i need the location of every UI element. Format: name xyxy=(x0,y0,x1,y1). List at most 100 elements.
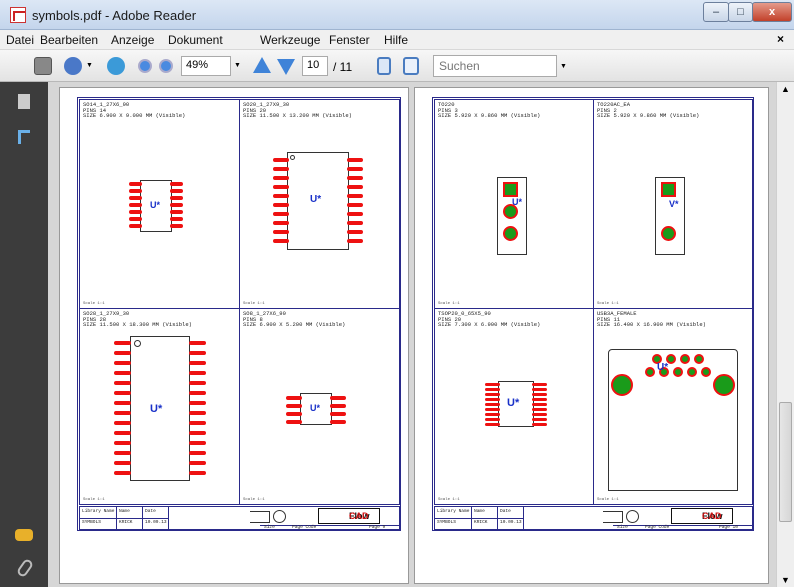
scale-label: Scale 1:1 xyxy=(83,302,105,306)
pdf-page-9: SO14_1_27X6_90 PINS 14 SIZE 6.900 X 9.00… xyxy=(59,87,409,584)
toolbar: ▼ 49% ▼ 10 / 11 Suchen ▼ xyxy=(0,50,794,82)
name-header: Name xyxy=(119,509,130,514)
zoom-dropdown-icon[interactable]: ▼ xyxy=(234,62,241,69)
menu-anzeige[interactable]: Anzeige xyxy=(111,33,154,47)
symbol-cell-usb3a: USB3A_FEMALE PINS 11 SIZE 16.400 X 16.90… xyxy=(593,308,753,505)
name-value: KRICK xyxy=(474,520,488,525)
next-page-icon[interactable] xyxy=(277,59,295,75)
cell-header: TO220AC_EA PINS 2 SIZE 5.920 X 9.860 MM … xyxy=(597,102,699,119)
cell-header: SO8_1_27X6_90 PINS 8 SIZE 6.900 X 5.200 … xyxy=(243,311,345,328)
document-view[interactable]: SO14_1_27X6_90 PINS 14 SIZE 6.900 X 9.00… xyxy=(48,82,776,587)
scale-label: Scale 1:1 xyxy=(243,302,265,306)
scroll-mode-icon[interactable] xyxy=(377,57,391,75)
scale-label: Scale 1:1 xyxy=(438,302,460,306)
symbol-cell-so8: SO8_1_27X6_90 PINS 8 SIZE 6.900 X 5.200 … xyxy=(239,308,400,505)
search-input[interactable]: Suchen xyxy=(433,55,557,77)
page-number-value: Page 9 xyxy=(369,525,386,530)
scale-label: Scale 1:1 xyxy=(83,498,105,502)
title-block: Library Name SYMBOLS Name KRICK Date 10.… xyxy=(434,506,753,530)
zoom-in-icon[interactable] xyxy=(159,59,173,73)
menu-werkzeuge[interactable]: Werkzeuge xyxy=(260,33,320,47)
menu-dokument[interactable]: Dokument xyxy=(168,33,223,47)
page-total: / 11 xyxy=(333,60,353,74)
minimize-button[interactable]: – xyxy=(703,2,729,22)
share-dropdown-icon[interactable]: ▼ xyxy=(86,62,93,69)
page-number-input[interactable]: 10 xyxy=(302,56,328,76)
refdes-label: U* xyxy=(507,397,520,409)
library-name-header: Library Name xyxy=(437,509,470,514)
symbol-size: SIZE 11.500 X 13.200 MM (Visible) xyxy=(243,112,352,120)
page-code-header: Page Code xyxy=(292,525,317,530)
menu-bearbeiten[interactable]: Bearbeiten xyxy=(40,33,98,47)
library-name-header: Library Name xyxy=(82,509,115,514)
fit-page-icon[interactable] xyxy=(403,57,419,75)
title-bar: symbols.pdf - Adobe Reader – □ x xyxy=(0,0,794,30)
size-header: Size xyxy=(617,525,628,530)
scale-label: Scale 1:1 xyxy=(243,498,265,502)
projection-circle-icon xyxy=(626,510,639,523)
flowcad-logo: Flow CAD xyxy=(318,508,380,524)
menu-fenster[interactable]: Fenster xyxy=(329,33,370,47)
library-name-value: SYMBOLS xyxy=(82,520,101,525)
refdes-label: U* xyxy=(310,403,321,413)
refdes-label: U* xyxy=(512,197,523,207)
menu-hilfe[interactable]: Hilfe xyxy=(384,33,408,47)
symbol-cell-to220: TO220 PINS 3 SIZE 5.920 X 9.860 MM (Visi… xyxy=(434,99,594,309)
refdes-label: U* xyxy=(150,403,163,415)
date-value: 10.09.13 xyxy=(500,520,522,525)
menu-datei[interactable]: Datei xyxy=(6,33,34,47)
menu-bar: Datei Bearbeiten Anzeige Dokument Werkze… xyxy=(0,30,794,50)
symbol-size: SIZE 11.500 X 18.300 MM (Visible) xyxy=(83,321,192,329)
cell-header: USB3A_FEMALE PINS 11 SIZE 16.400 X 16.90… xyxy=(597,311,706,328)
maximize-button[interactable]: □ xyxy=(728,2,753,22)
zoom-out-icon[interactable] xyxy=(138,59,152,73)
zoom-level-input[interactable]: 49% xyxy=(181,56,231,76)
title-block: Library Name SYMBOLS Name KRICK Date 10.… xyxy=(79,506,400,530)
symbol-cell-to220ac: TO220AC_EA PINS 2 SIZE 5.920 X 9.860 MM … xyxy=(593,99,753,309)
date-value: 10.09.13 xyxy=(145,520,167,525)
cell-header: SO14_1_27X6_90 PINS 14 SIZE 6.900 X 9.00… xyxy=(83,102,185,119)
page-code-header: Page Code xyxy=(645,525,670,530)
pages-panel-icon[interactable] xyxy=(18,94,30,109)
cell-header: SO28_1_27X9_30 PINS 28 SIZE 11.500 X 18.… xyxy=(83,311,192,328)
comments-panel-icon[interactable] xyxy=(15,529,33,541)
name-header: Name xyxy=(474,509,485,514)
print-icon[interactable] xyxy=(34,57,52,75)
vertical-scrollbar[interactable]: ▲ ▼ xyxy=(776,82,794,587)
cell-header: TO220 PINS 3 SIZE 5.920 X 9.860 MM (Visi… xyxy=(438,102,540,119)
close-window-button[interactable]: x xyxy=(752,2,792,22)
search-dropdown-icon[interactable]: ▼ xyxy=(560,63,567,70)
pdf-page-10: TO220 PINS 3 SIZE 5.920 X 9.860 MM (Visi… xyxy=(414,87,769,584)
date-header: Date xyxy=(500,509,511,514)
scroll-down-icon[interactable]: ▼ xyxy=(777,573,794,587)
refdes-label: V* xyxy=(669,199,679,209)
size-header: Size xyxy=(264,525,275,530)
symbol-cell-tsop20: TSOP20_0_65X5_90 PINS 20 SIZE 7.300 X 6.… xyxy=(434,308,594,505)
scroll-up-icon[interactable]: ▲ xyxy=(777,82,794,96)
refdes-label: U* xyxy=(310,194,322,205)
projection-circle-icon xyxy=(273,510,286,523)
scrollbar-thumb[interactable] xyxy=(779,402,792,522)
symbol-size: SIZE 5.920 X 9.860 MM (Visible) xyxy=(438,112,541,120)
share-icon[interactable] xyxy=(64,57,82,75)
library-name-value: SYMBOLS xyxy=(437,520,456,525)
window-title: symbols.pdf - Adobe Reader xyxy=(32,8,197,23)
previous-page-icon[interactable] xyxy=(253,57,271,73)
attachments-panel-icon[interactable] xyxy=(15,557,35,579)
symbol-cell-so14: SO14_1_27X6_90 PINS 14 SIZE 6.900 X 9.00… xyxy=(79,99,240,309)
symbol-size: SIZE 7.300 X 6.900 MM (Visible) xyxy=(438,321,541,329)
navigation-pane xyxy=(0,82,48,587)
symbol-cell-so20: SO20_1_27X9_30 PINS 20 SIZE 11.500 X 13.… xyxy=(239,99,400,309)
bookmarks-panel-icon[interactable] xyxy=(18,130,30,144)
symbol-size: SIZE 6.900 X 5.200 MM (Visible) xyxy=(243,321,346,329)
projection-icon xyxy=(250,511,270,523)
refdes-label: U* xyxy=(657,362,669,373)
symbol-size: SIZE 5.920 X 9.860 MM (Visible) xyxy=(597,112,700,120)
cell-header: SO20_1_27X9_30 PINS 20 SIZE 11.500 X 13.… xyxy=(243,102,352,119)
symbol-size: SIZE 6.900 X 9.000 MM (Visible) xyxy=(83,112,186,120)
symbol-cell-so28: SO28_1_27X9_30 PINS 28 SIZE 11.500 X 18.… xyxy=(79,308,240,505)
scale-label: Scale 1:1 xyxy=(597,498,619,502)
close-document-icon[interactable]: × xyxy=(777,32,784,46)
hand-tool-icon[interactable] xyxy=(107,57,125,75)
cell-header: TSOP20_0_65X5_90 PINS 20 SIZE 7.300 X 6.… xyxy=(438,311,540,328)
